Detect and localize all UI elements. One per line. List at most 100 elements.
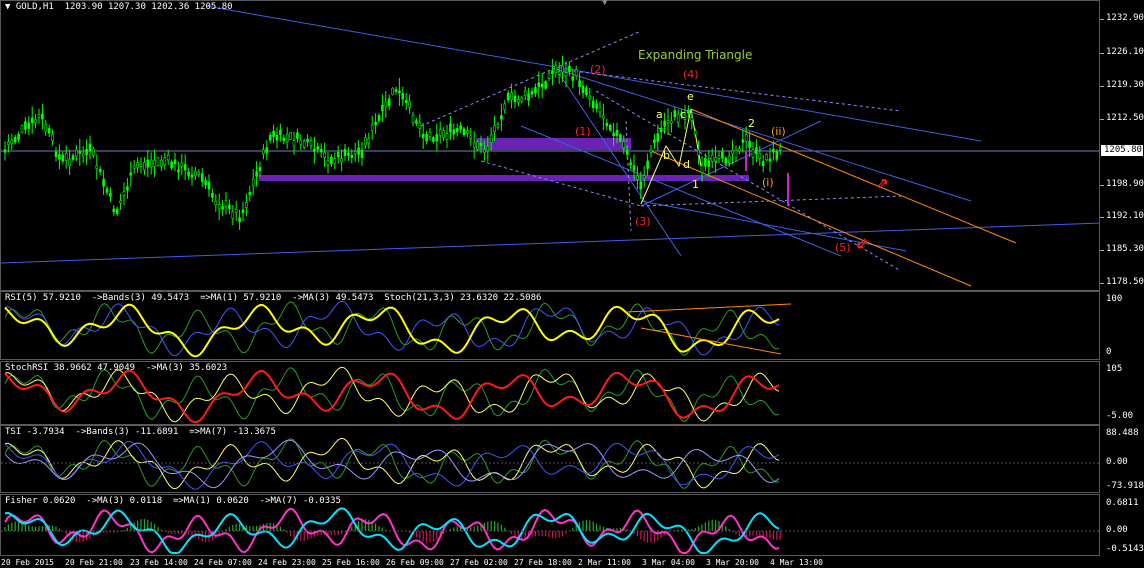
- candle-body: [340, 158, 343, 163]
- stochrsi-tick: 105: [1106, 364, 1123, 374]
- candle-body: [523, 90, 527, 96]
- candle-body: [357, 147, 360, 155]
- wave-label-e: e: [687, 90, 694, 103]
- candle-body: [132, 165, 136, 169]
- candle-body: [92, 148, 95, 156]
- fisher-tick: -0.5143: [1106, 544, 1144, 554]
- wave-label-3: (3): [635, 215, 651, 228]
- candle-body: [153, 160, 156, 167]
- candle-body: [177, 169, 180, 173]
- candle-body: [700, 165, 704, 173]
- candle-body: [146, 159, 150, 168]
- fisher-pane[interactable]: Fisher 0.0620 ->MA(3) 0.0118 =>MA(1) 0.0…: [0, 494, 1101, 556]
- candle-body: [479, 142, 483, 146]
- candle-body: [687, 109, 690, 114]
- candle-body: [333, 158, 337, 164]
- candle-body: [459, 125, 462, 130]
- candle-body: [78, 151, 82, 154]
- candle-body: [347, 152, 350, 156]
- stochrsi-tick: -5.00: [1106, 411, 1134, 421]
- candle-body: [41, 113, 44, 120]
- candle-body: [639, 181, 643, 190]
- support-zone: [259, 175, 749, 181]
- price-chart-pane[interactable]: ▼ GOLD,H1 1203.90 1207.30 1202.36 1205.8…: [0, 0, 1101, 291]
- candle-body: [517, 99, 520, 103]
- candle-body: [119, 200, 122, 204]
- candle-body: [663, 120, 666, 127]
- candle-body: [163, 157, 167, 166]
- candle-body: [207, 181, 211, 190]
- candle-body: [765, 154, 768, 161]
- candle-body: [20, 124, 24, 134]
- candle-body: [748, 140, 751, 148]
- candle-body: [34, 119, 37, 123]
- candle-body: [367, 138, 371, 144]
- candle-body: [714, 157, 717, 162]
- tsi-pane[interactable]: TSI -3.7934 ->Bands(3) -11.6891 =>MA(7) …: [0, 425, 1101, 493]
- candle-body: [381, 104, 384, 112]
- fisher-tick: 0.00: [1106, 525, 1128, 535]
- candle-body: [262, 149, 265, 155]
- candle-body: [697, 149, 700, 156]
- candle-body: [632, 165, 636, 171]
- candle-body: [496, 124, 500, 128]
- candle-body: [384, 102, 388, 107]
- wave-label-i: (i): [762, 176, 774, 189]
- candle-body: [561, 65, 564, 73]
- candle-body: [245, 201, 248, 208]
- price-tick: 1178.50: [1106, 277, 1144, 287]
- tsi-title: TSI -3.7934 ->Bands(3) -11.6891 =>MA(7) …: [5, 427, 276, 437]
- candle-body: [248, 192, 252, 196]
- candle-body: [693, 130, 697, 135]
- dashed-line-2: [555, 68, 902, 112]
- wave-label-c: c: [680, 108, 687, 121]
- candle-body: [520, 97, 524, 102]
- time-label: 23 Feb 14:00: [130, 558, 188, 567]
- sell-arrow-icon: ⇗: [876, 169, 889, 193]
- candle-body: [574, 69, 578, 76]
- time-label: 2 Mar 11:00: [578, 558, 631, 567]
- candle-body: [721, 151, 724, 159]
- candle-body: [170, 161, 173, 169]
- candle-body: [778, 147, 782, 151]
- candle-body: [619, 134, 622, 142]
- candle-body: [500, 115, 503, 120]
- candle-body: [666, 120, 670, 124]
- candle-body: [649, 149, 653, 153]
- candle-body: [343, 148, 347, 156]
- dropdown-triangle-icon[interactable]: ▼: [5, 2, 16, 12]
- rsi-title: RSI(5) 57.9210 ->Bands(3) 49.5473 =>MA(1…: [5, 293, 542, 303]
- candle-body: [115, 208, 119, 214]
- wave-label-4: (4): [683, 68, 699, 81]
- candle-body: [724, 157, 728, 165]
- wave-label-ii: (ii): [771, 125, 786, 138]
- shift-marker-icon[interactable]: ▼: [602, 0, 607, 8]
- candle-body: [194, 170, 197, 176]
- candle-body: [316, 146, 320, 150]
- candle-body: [289, 132, 292, 140]
- candle-body: [527, 93, 530, 101]
- candle-body: [469, 135, 473, 139]
- candle-body: [296, 132, 299, 139]
- candle-body: [551, 70, 554, 74]
- candle-body: [717, 155, 721, 159]
- symbol-title: ▼ GOLD,H1 1203.90 1207.30 1202.36 1205.8…: [5, 2, 233, 12]
- rsi-pane[interactable]: RSI(5) 57.9210 ->Bands(3) 49.5473 =>MA(1…: [0, 291, 1100, 360]
- candle-body: [302, 140, 306, 148]
- candle-body: [731, 150, 734, 155]
- candle-body: [547, 72, 551, 79]
- candle-body: [370, 124, 374, 131]
- stochrsi-pane[interactable]: StochRSI 38.9662 47.9049 ->MA(3) 35.6023: [0, 361, 1100, 425]
- wave-label-n1: 1: [692, 178, 699, 191]
- indicator-line: [4, 441, 780, 490]
- candle-body: [282, 137, 286, 141]
- candle-body: [275, 135, 279, 141]
- time-label: 26 Feb 09:00: [386, 558, 444, 567]
- candle-body: [622, 141, 626, 149]
- candle-body: [493, 124, 496, 132]
- candle-body: [727, 155, 731, 163]
- price-tick: 1198.90: [1106, 179, 1144, 189]
- candle-body: [377, 115, 381, 121]
- price-tick: 1232.90: [1106, 13, 1144, 23]
- orange-channel-lower: [650, 150, 972, 287]
